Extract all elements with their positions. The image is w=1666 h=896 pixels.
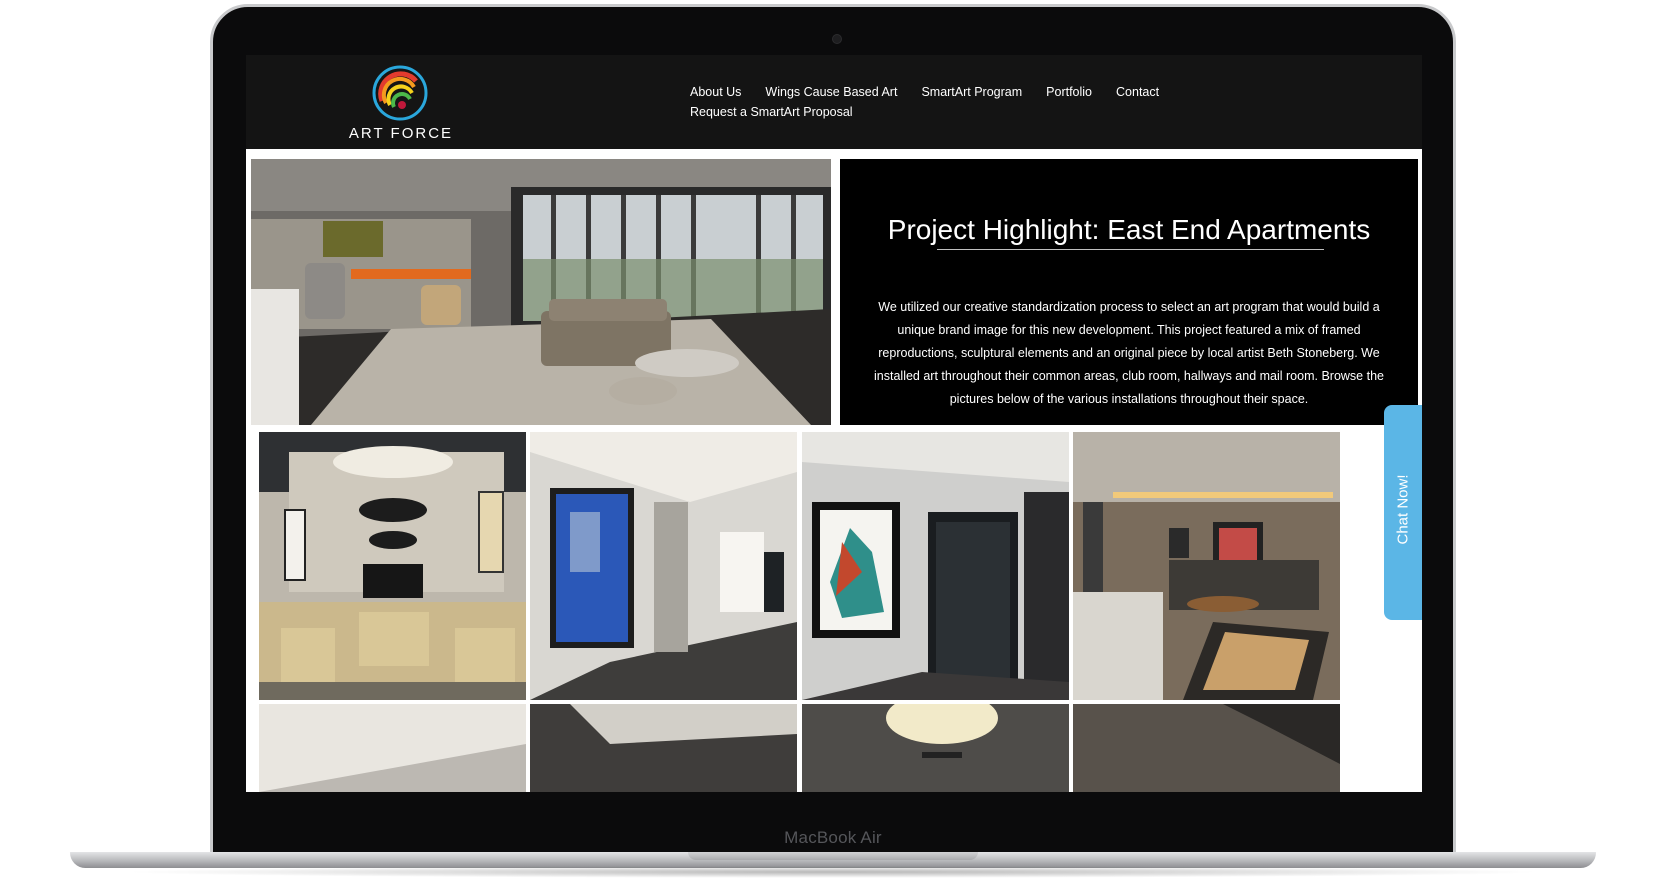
site-header: ART FORCE About Us Wings Cause Based Art… <box>246 55 1422 149</box>
gallery-photo-club-room[interactable] <box>1073 432 1340 700</box>
nav-wings-cause-based-art[interactable]: Wings Cause Based Art <box>765 84 897 100</box>
browser-screen: ART FORCE About Us Wings Cause Based Art… <box>246 55 1422 792</box>
hero-lounge-photo <box>251 159 831 425</box>
main-nav: About Us Wings Cause Based Art SmartArt … <box>690 84 1210 120</box>
nav-request-proposal[interactable]: Request a SmartArt Proposal <box>690 104 853 120</box>
gallery-photo-ceiling-light[interactable] <box>802 704 1069 792</box>
nav-portfolio[interactable]: Portfolio <box>1046 84 1092 100</box>
art-force-logo-icon[interactable] <box>372 65 428 121</box>
device-label: MacBook Air <box>784 828 882 847</box>
gallery-photo-hallway-blue-art[interactable] <box>530 432 797 700</box>
chat-now-label: Chat Now! <box>1394 474 1412 545</box>
gallery-photo-shuffleboard[interactable] <box>1073 704 1340 792</box>
project-highlight-panel: Project Highlight: East End Apartments W… <box>840 159 1418 425</box>
laptop-shadow <box>120 866 1546 878</box>
project-description: We utilized our creative standardization… <box>874 299 1384 406</box>
nav-about-us[interactable]: About Us <box>690 84 741 100</box>
camera-icon <box>832 34 842 44</box>
gallery-photo-ceiling-2[interactable] <box>530 704 797 792</box>
logo-wordmark[interactable]: ART FORCE <box>348 125 454 142</box>
chat-now-button[interactable]: Chat Now! <box>1384 405 1422 620</box>
gallery-photo-mailroom[interactable] <box>259 432 526 700</box>
title-divider <box>937 249 1324 250</box>
gallery-photo-gym-entrance[interactable] <box>802 432 1069 700</box>
project-title: Project Highlight: East End Apartments <box>887 213 1371 245</box>
nav-smartart-program[interactable]: SmartArt Program <box>921 84 1022 100</box>
nav-contact[interactable]: Contact <box>1116 84 1159 100</box>
gallery-photo-ceiling-1[interactable] <box>259 704 526 792</box>
laptop-base-notch <box>688 852 978 860</box>
